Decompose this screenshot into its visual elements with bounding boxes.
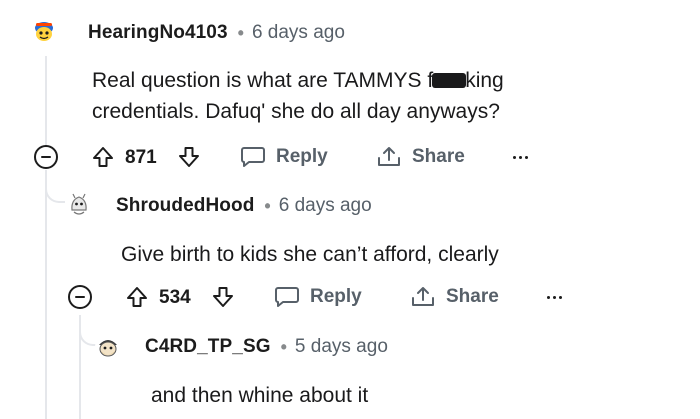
share-upload-icon: [412, 287, 434, 306]
comment-1-text-part-a: Real question is what are TAMMYS f: [92, 69, 434, 92]
share-button[interactable]: Share: [376, 145, 465, 169]
upvote-arrow-icon: [93, 147, 113, 167]
meta-separator: •: [237, 22, 244, 43]
more-options-button[interactable]: [513, 156, 528, 159]
upvote-button[interactable]: [92, 146, 114, 168]
downvote-arrow-icon: [213, 287, 233, 307]
snoo-avatar-icon: [31, 19, 57, 45]
snoo-avatar-icon: [95, 334, 121, 360]
share-label: Share: [412, 146, 465, 167]
more-dot: [525, 156, 528, 159]
comment-1-username[interactable]: HearingNo4103: [88, 22, 228, 44]
more-dot: [519, 156, 522, 159]
more-dot: [513, 156, 516, 159]
share-upload-icon: [378, 147, 400, 166]
comment-2-username[interactable]: ShroudedHood: [116, 195, 254, 217]
vote-score: 871: [125, 147, 157, 168]
comment-2-body: Give birth to kids she can’t afford, cle…: [121, 243, 499, 266]
avatar-shroudedhood[interactable]: [66, 192, 92, 218]
more-dot: [553, 296, 556, 299]
meta-separator: •: [264, 195, 271, 216]
snoo-avatar-icon: [67, 193, 91, 217]
more-dot: [547, 296, 550, 299]
comment-2-meta: ShroudedHood • 6 days ago: [116, 193, 372, 219]
collapse-thread-button[interactable]: [68, 285, 92, 309]
reply-button[interactable]: Reply: [240, 145, 328, 169]
downvote-button[interactable]: [212, 286, 234, 308]
comment-1-timestamp[interactable]: 6 days ago: [252, 22, 345, 44]
more-dot: [559, 296, 562, 299]
comment-2-timestamp[interactable]: 6 days ago: [279, 195, 372, 217]
reply-label: Reply: [310, 286, 362, 307]
downvote-button[interactable]: [178, 146, 200, 168]
comment-1-text-part-b: king: [465, 69, 504, 92]
collapse-thread-button[interactable]: [34, 145, 58, 169]
upvote-arrow-icon: [127, 287, 147, 307]
comment-1-line-2: credentials. Dafuq' she do all day anywa…: [92, 100, 500, 123]
reply-label: Reply: [276, 146, 328, 167]
speech-bubble-icon: [275, 287, 299, 307]
comment-3-username[interactable]: C4RD_TP_SG: [145, 336, 271, 358]
comment-3-body: and then whine about it: [151, 384, 369, 407]
comment-3-meta: C4RD_TP_SG • 5 days ago: [145, 334, 388, 360]
vote-score: 534: [159, 287, 191, 308]
comment-3-timestamp[interactable]: 5 days ago: [295, 336, 388, 358]
comment-1-meta: HearingNo4103 • 6 days ago: [88, 20, 345, 46]
share-button[interactable]: Share: [410, 285, 499, 309]
avatar-hearingno4103[interactable]: [30, 18, 58, 46]
comment-1-body: Real question is what are TAMMYS f king c…: [92, 65, 504, 127]
thread-line-level1-lower[interactable]: [45, 170, 47, 419]
meta-separator: •: [280, 336, 287, 357]
more-options-button[interactable]: [547, 296, 562, 299]
downvote-arrow-icon: [179, 147, 199, 167]
avatar-c4rd-tp-sg[interactable]: [94, 333, 122, 361]
redaction-mark: [432, 73, 467, 88]
speech-bubble-icon: [241, 147, 265, 167]
share-label: Share: [446, 286, 499, 307]
thread-branch-to-reply1: [45, 175, 65, 203]
thread-line-level1[interactable]: [45, 56, 47, 146]
comment-thread: HearingNo4103 • 6 days ago Real question…: [0, 0, 700, 419]
upvote-button[interactable]: [126, 286, 148, 308]
comment-1-line-1: Real question is what are TAMMYS f king: [92, 65, 504, 96]
reply-button[interactable]: Reply: [274, 285, 362, 309]
